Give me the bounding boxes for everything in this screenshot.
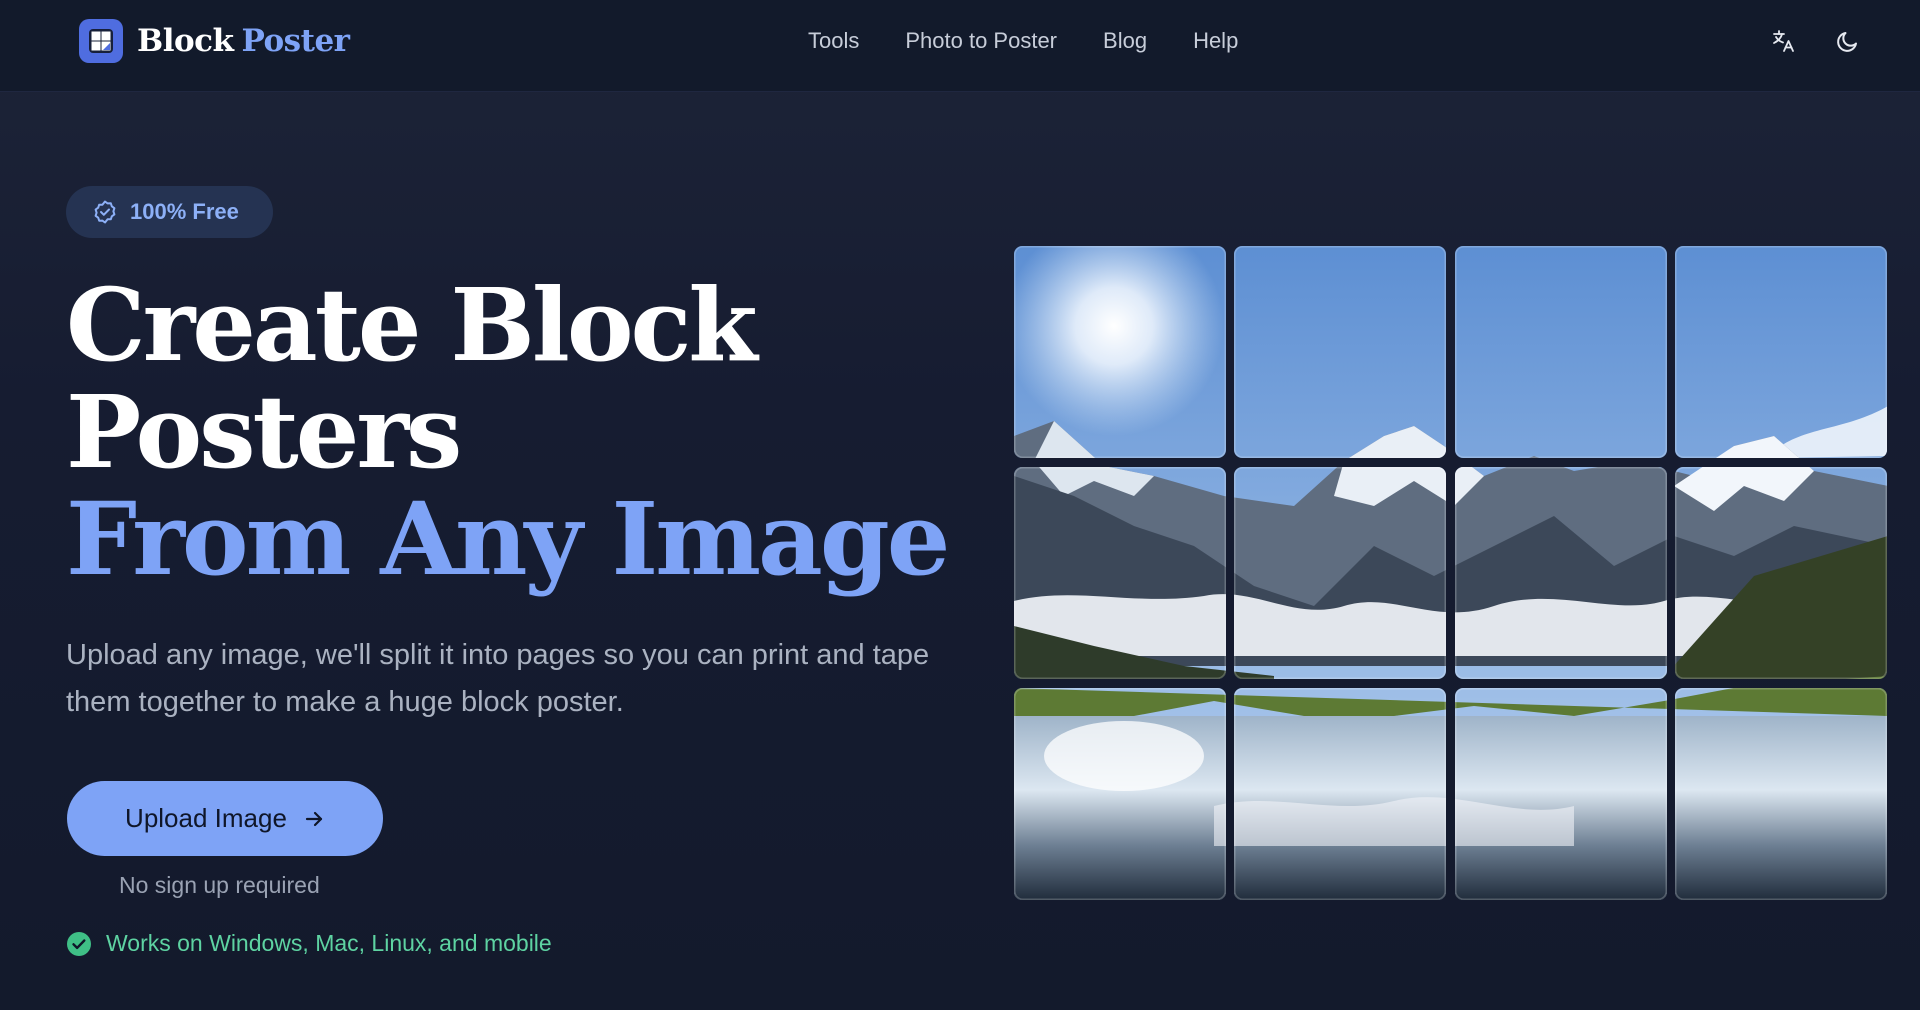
platform-support-text: Works on Windows, Mac, Linux, and mobile xyxy=(106,930,552,956)
free-badge: 100% Free xyxy=(66,186,273,238)
nav-help[interactable]: Help xyxy=(1193,26,1238,56)
headline-accent: From Any Image xyxy=(66,480,950,598)
logo-word-block: Block xyxy=(137,23,234,59)
verified-badge-icon xyxy=(94,200,116,224)
logo[interactable]: Block Poster xyxy=(79,19,350,63)
main-nav: Tools Photo to Poster Blog Help xyxy=(808,26,1284,56)
headline-line-1: Create Block xyxy=(66,266,758,384)
check-circle-icon xyxy=(67,931,91,956)
upload-image-button[interactable]: Upload Image xyxy=(67,781,383,856)
nav-blog[interactable]: Blog xyxy=(1103,26,1147,56)
nav-photo-to-poster[interactable]: Photo to Poster xyxy=(905,26,1057,56)
moon-icon[interactable] xyxy=(1833,26,1863,56)
logo-icon xyxy=(79,19,123,63)
hero-headline: Create Block Posters From Any Image xyxy=(66,272,966,593)
no-signup-note: No sign up required xyxy=(119,872,320,898)
site-header: Block Poster Tools Photo to Poster Blog H… xyxy=(0,0,1920,92)
arrow-right-icon xyxy=(303,808,325,830)
badge-label: 100% Free xyxy=(130,199,239,224)
upload-button-label: Upload Image xyxy=(125,803,287,833)
page: Block Poster Tools Photo to Poster Blog H… xyxy=(0,0,1920,1010)
poster-preview-grid xyxy=(1014,246,1888,901)
hero-subtext: Upload any image, we'll split it into pa… xyxy=(66,639,930,718)
nav-tools[interactable]: Tools xyxy=(808,26,859,56)
logo-text: Block Poster xyxy=(137,23,350,59)
landscape-image xyxy=(1014,246,1887,900)
platform-support: Works on Windows, Mac, Linux, and mobile xyxy=(66,930,552,957)
logo-word-poster: Poster xyxy=(241,23,350,59)
translate-icon[interactable] xyxy=(1769,26,1799,56)
headline-line-2: Posters xyxy=(66,373,462,491)
